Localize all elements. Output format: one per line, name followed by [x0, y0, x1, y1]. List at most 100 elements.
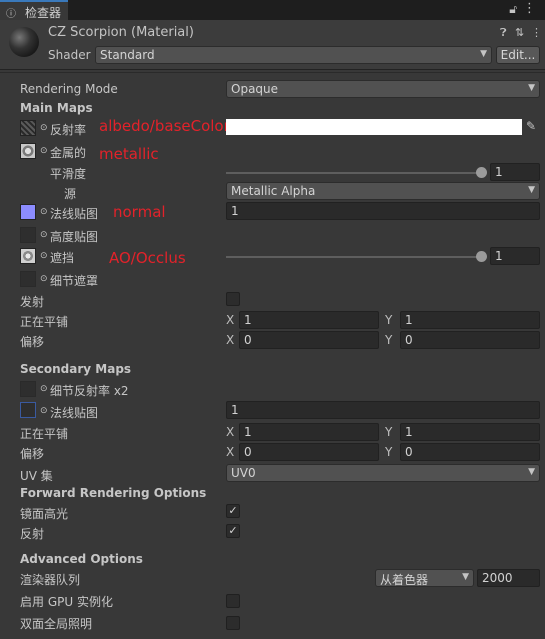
secondary-tiling-x-input[interactable]: 1 [239, 423, 379, 441]
secondary-normal-scale-input[interactable]: 1 [226, 401, 540, 419]
tab-inspector[interactable]: ⓘ 检查器 [0, 0, 68, 20]
secondary-tiling-label: 正在平铺 [20, 427, 69, 441]
secondary-offset-x-input[interactable]: 0 [239, 443, 379, 461]
occlusion-texture-slot[interactable] [20, 248, 36, 264]
albedo-annotation: albedo/baseColor [99, 117, 230, 135]
detail-albedo-texture-slot[interactable] [20, 381, 36, 397]
eyedropper-icon[interactable]: ✎ [526, 119, 536, 133]
metallic-label: 金属的 [50, 146, 87, 160]
detail-mask-texture-slot[interactable] [20, 271, 36, 287]
metallic-texture-slot[interactable] [20, 143, 36, 159]
detail-albedo-label: 细节反射率 x2 [50, 384, 129, 398]
main-offset-x-input[interactable]: 0 [239, 331, 379, 349]
occlusion-slider-handle[interactable] [476, 251, 487, 262]
occlusion-slider[interactable] [226, 256, 484, 258]
normal-map-texture-slot[interactable] [20, 204, 36, 220]
occlusion-input[interactable]: 1 [490, 247, 540, 265]
main-offset-y-input[interactable]: 0 [400, 331, 540, 349]
rendering-mode-dropdown[interactable]: Opaque ▼ [226, 80, 540, 98]
render-queue-input[interactable]: 2000 [477, 569, 540, 587]
normal-map-label: 法线贴图 [50, 207, 99, 221]
secondary-offset-x-label: X [226, 445, 235, 459]
secondary-maps-heading: Secondary Maps [20, 362, 132, 376]
occlusion-label: 遮挡 [50, 251, 75, 265]
secondary-tiling-x-label: X [226, 425, 235, 439]
source-value: Metallic Alpha [231, 184, 316, 198]
uv-set-dropdown[interactable]: UV0 ▼ [226, 464, 540, 482]
secondary-offset-label: 偏移 [20, 447, 45, 461]
main-tiling-x-input[interactable]: 1 [239, 311, 379, 329]
header-divider [0, 72, 545, 73]
material-preview-icon [9, 27, 39, 57]
albedo-label: 反射率 [50, 123, 87, 137]
albedo-color-field[interactable] [226, 119, 522, 135]
normal-scale-input[interactable]: 1 [226, 202, 540, 220]
more-menu-icon[interactable]: ⋮ [523, 1, 536, 16]
render-queue-dropdown[interactable]: 从着色器 ▼ [375, 569, 474, 587]
tab-bar: ⓘ 检查器 🔓︎ ⋮ [0, 0, 545, 20]
lock-icon[interactable]: 🔓︎ [509, 2, 517, 17]
edit-shader-button[interactable]: Edit... [496, 46, 540, 64]
smoothness-input[interactable]: 1 [490, 163, 540, 181]
main-tiling-label: 正在平铺 [20, 315, 69, 329]
main-tiling-y-input[interactable]: 1 [400, 311, 540, 329]
detail-mask-label: 细节遮罩 [50, 274, 99, 288]
main-maps-heading: Main Maps [20, 101, 93, 115]
source-dropdown[interactable]: Metallic Alpha ▼ [226, 182, 540, 200]
object-picker-icon[interactable]: ⊙ [40, 230, 48, 240]
secondary-offset-y-input[interactable]: 0 [400, 443, 540, 461]
object-picker-icon[interactable]: ⊙ [40, 207, 48, 217]
render-queue-label: 渲染器队列 [20, 573, 81, 587]
rendering-mode-value: Opaque [231, 82, 279, 96]
main-offset-x-label: X [226, 333, 235, 347]
shader-label: Shader [48, 48, 91, 62]
tab-inspector-label: 检查器 [25, 6, 62, 20]
chevron-down-icon: ▼ [528, 467, 535, 477]
help-icon[interactable]: ❓︎ [500, 26, 507, 40]
render-queue-dropdown-value: 从着色器 [380, 573, 429, 587]
chevron-down-icon: ▼ [462, 572, 469, 582]
shader-dropdown[interactable]: Standard ▼ [95, 46, 492, 64]
secondary-tiling-y-label: Y [385, 425, 393, 439]
height-map-label: 高度贴图 [50, 230, 99, 244]
object-picker-icon[interactable]: ⊙ [40, 274, 48, 284]
double-sided-gi-label: 双面全局照明 [20, 617, 93, 631]
smoothness-slider[interactable] [226, 172, 484, 174]
smoothness-slider-handle[interactable] [476, 167, 487, 178]
gpu-instancing-checkbox[interactable] [226, 594, 240, 608]
gpu-instancing-label: 启用 GPU 实例化 [20, 595, 113, 609]
object-picker-icon[interactable]: ⊙ [40, 384, 48, 394]
main-tiling-x-label: X [226, 313, 235, 327]
object-picker-icon[interactable]: ⊙ [40, 146, 48, 156]
reflections-checkbox[interactable]: ✓ [226, 524, 240, 538]
specular-highlights-checkbox[interactable]: ✓ [226, 504, 240, 518]
object-picker-icon[interactable]: ⊙ [40, 251, 48, 261]
secondary-normal-texture-slot[interactable] [20, 402, 36, 418]
secondary-tiling-y-input[interactable]: 1 [400, 423, 540, 441]
albedo-texture-slot[interactable] [20, 120, 36, 136]
object-picker-icon[interactable]: ⊙ [40, 123, 48, 133]
uv-set-value: UV0 [231, 466, 256, 480]
secondary-normal-label: 法线贴图 [50, 406, 99, 420]
settings-menu-icon[interactable]: ⋮ [531, 26, 542, 39]
main-offset-label: 偏移 [20, 335, 45, 349]
advanced-options-heading: Advanced Options [20, 552, 143, 566]
occlusion-annotation: AO/Occlus [109, 249, 186, 267]
inspector-icon: ⓘ [6, 9, 16, 20]
chevron-down-icon: ▼ [528, 83, 535, 93]
emission-label: 发射 [20, 295, 45, 309]
preset-icon[interactable]: ⇅ [515, 26, 524, 39]
material-title: CZ Scorpion (Material) [48, 25, 194, 40]
shader-value: Standard [100, 48, 155, 62]
rendering-mode-label: Rendering Mode [20, 82, 118, 96]
specular-highlights-label: 镜面高光 [20, 507, 69, 521]
main-offset-y-label: Y [385, 333, 393, 347]
uv-set-label: UV 集 [20, 469, 53, 483]
height-map-texture-slot[interactable] [20, 227, 36, 243]
main-tiling-y-label: Y [385, 313, 393, 327]
emission-checkbox[interactable] [226, 292, 240, 306]
source-label: 源 [64, 187, 77, 201]
double-sided-gi-checkbox[interactable] [226, 616, 240, 630]
forward-options-heading: Forward Rendering Options [20, 486, 207, 500]
object-picker-icon[interactable]: ⊙ [40, 406, 48, 416]
